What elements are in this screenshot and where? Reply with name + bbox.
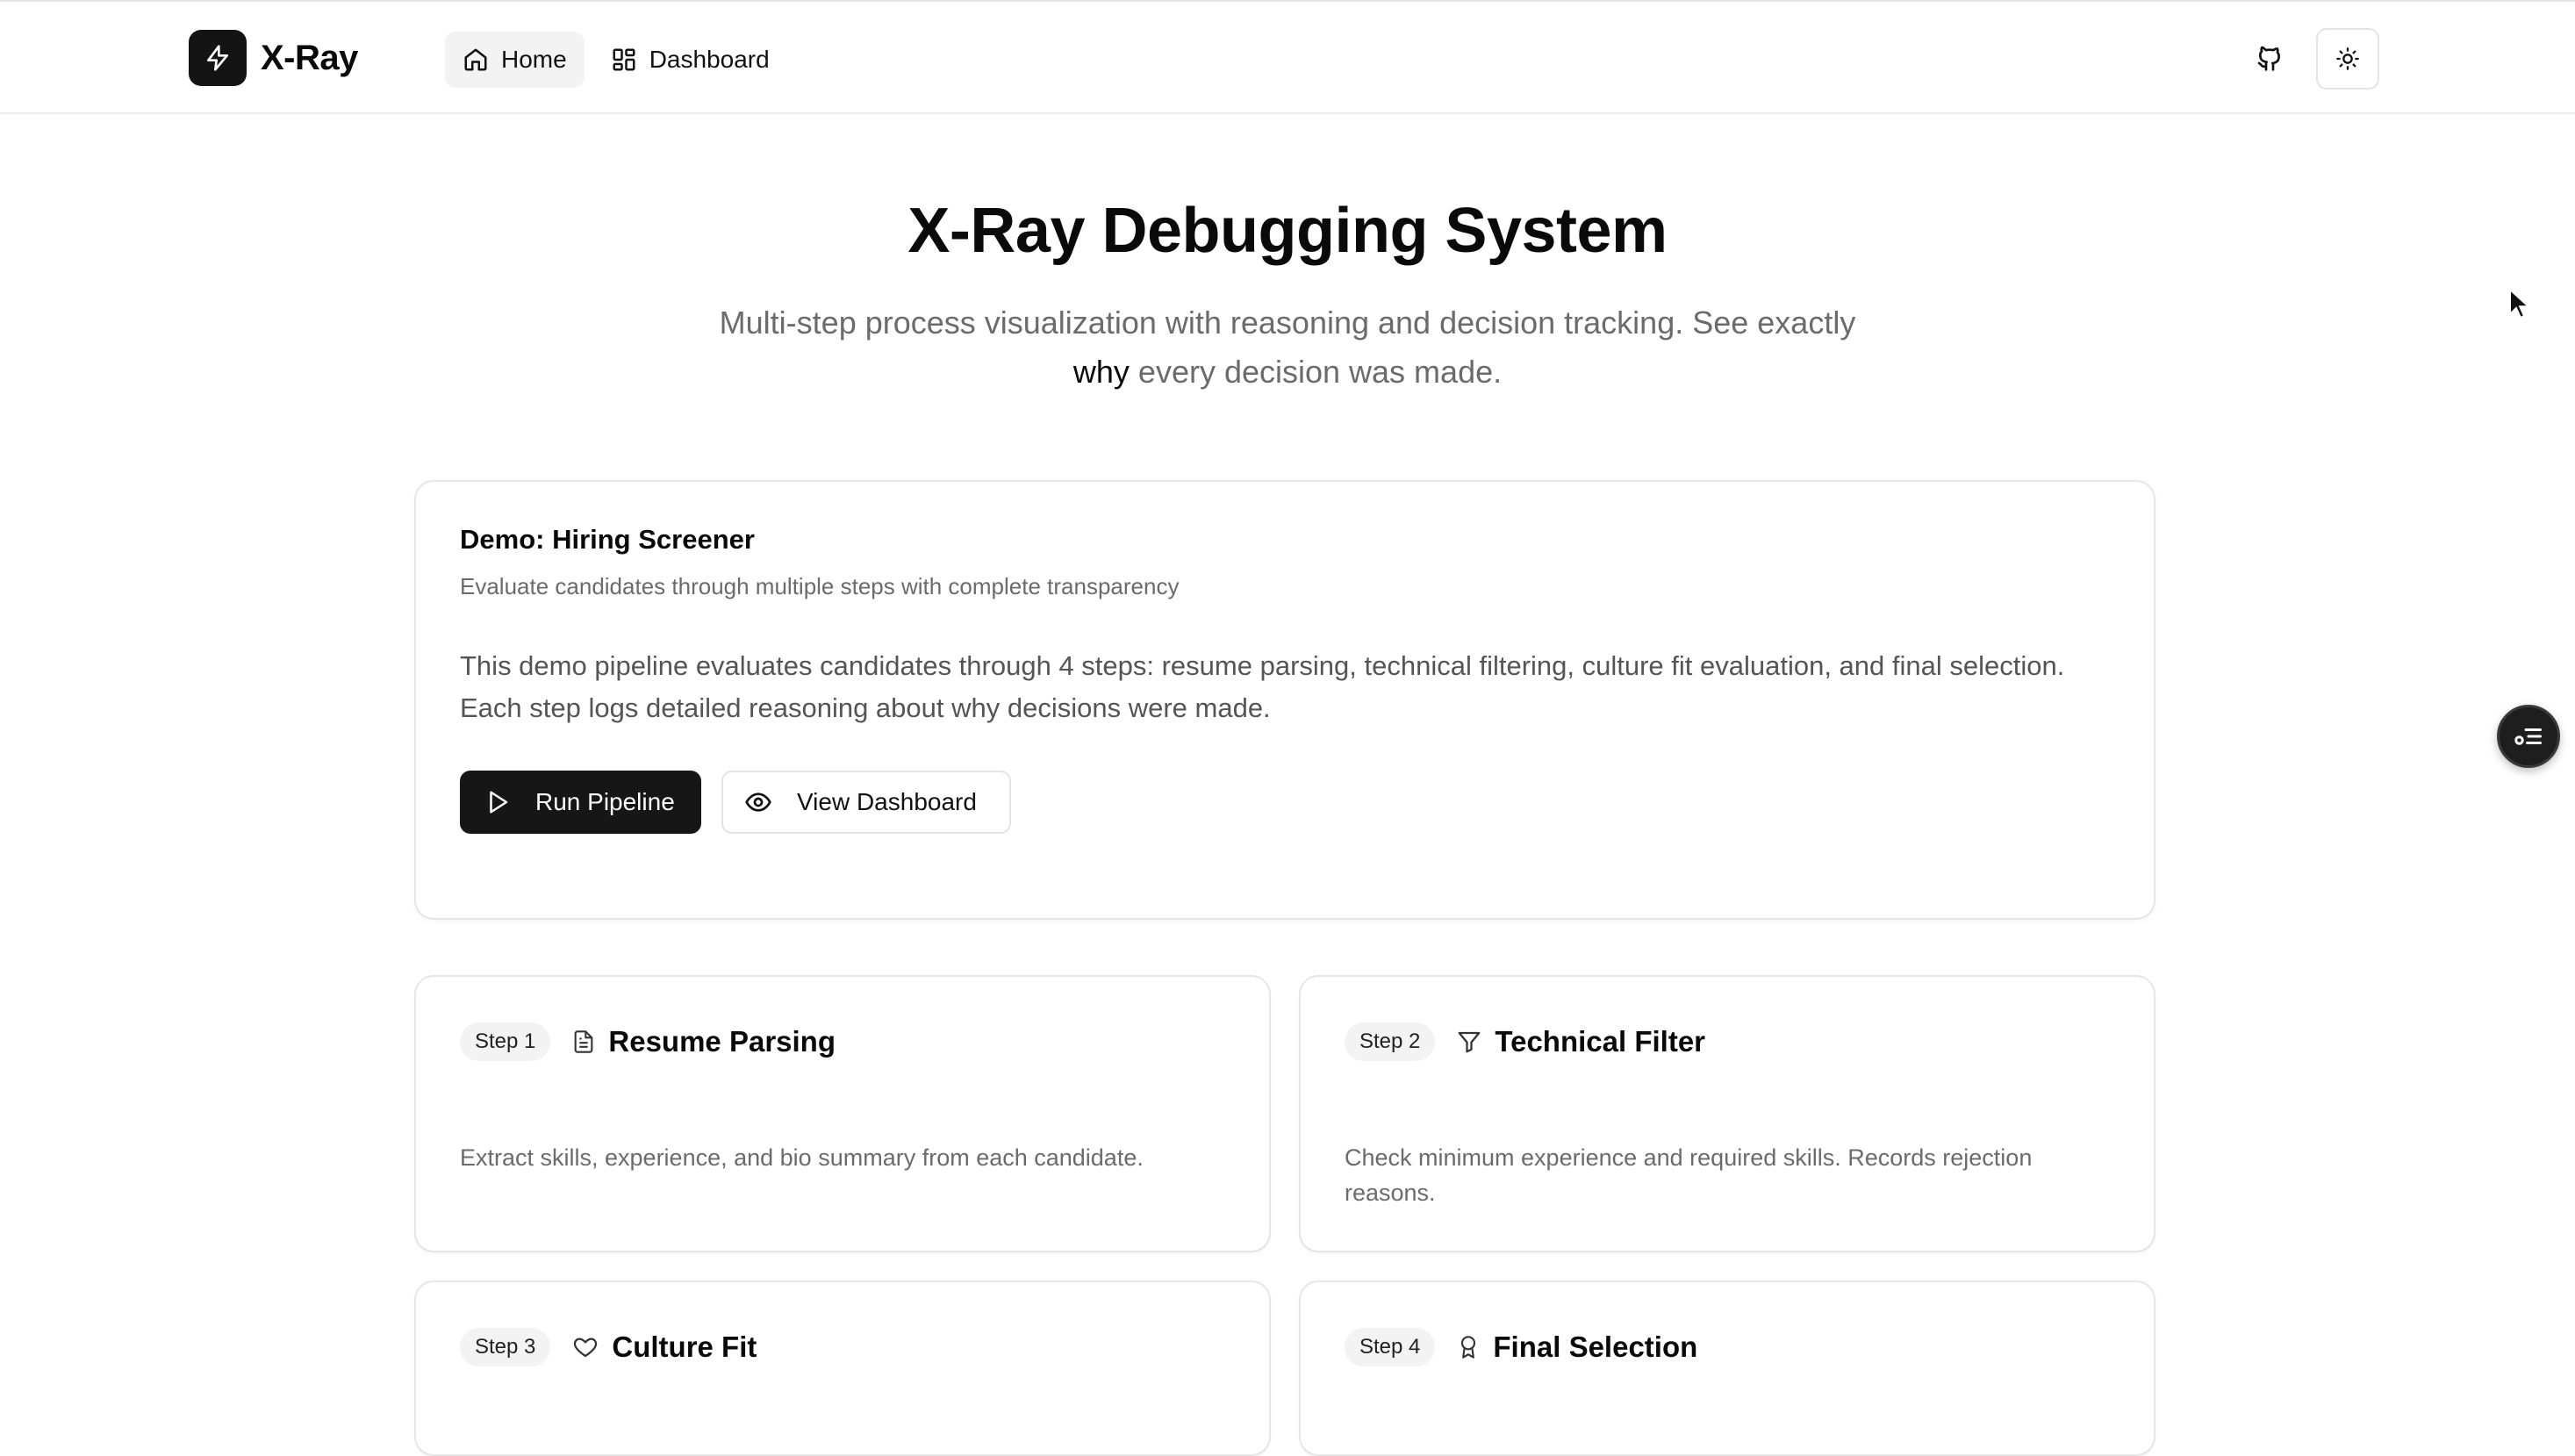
step-badge: Step 3 (460, 1328, 551, 1366)
main-nav: Home Dashboard (445, 32, 796, 88)
brand-name: X-Ray (261, 38, 358, 77)
github-button[interactable] (2247, 35, 2292, 81)
nav-dashboard-label: Dashboard (649, 46, 770, 73)
step-title: Final Selection (1493, 1330, 1698, 1363)
filter-icon (1456, 1029, 1482, 1055)
page-subtitle: Multi-step process visualization with re… (673, 298, 1902, 397)
github-icon (2257, 46, 2280, 71)
step-title: Culture Fit (612, 1330, 757, 1363)
step-header: Step 3 Culture Fit (460, 1328, 757, 1366)
list-settings-icon (2514, 728, 2542, 745)
award-icon (1456, 1333, 1481, 1361)
step-card-4: Step 4 Final Selection (1299, 1280, 2155, 1456)
step-description: Check minimum experience and required sk… (1345, 1144, 2033, 1206)
step-header: Step 4 Final Selection (1345, 1328, 1697, 1366)
sun-icon (2336, 47, 2359, 70)
home-icon (464, 48, 487, 71)
run-pipeline-button[interactable]: Run Pipeline (460, 771, 701, 834)
play-icon (490, 791, 508, 814)
mouse-cursor-icon (2509, 288, 2531, 319)
step-header: Step 1 Resume Parsing (460, 1022, 836, 1061)
subtitle-text-2: every decision was made. (1137, 354, 1503, 390)
eye-icon (745, 793, 771, 812)
step-badge: Step 2 (1345, 1022, 1436, 1061)
page-title: X-Ray Debugging System (907, 196, 1668, 266)
document-icon (571, 1029, 596, 1055)
heart-icon (571, 1334, 599, 1360)
step-title: Technical Filter (1495, 1025, 1706, 1058)
nav-home[interactable]: Home (445, 32, 585, 88)
lightning-bolt-icon (189, 30, 247, 86)
theme-toggle-button[interactable] (2316, 28, 2379, 90)
grid-icon (613, 48, 635, 71)
brand[interactable]: X-Ray (189, 30, 358, 86)
run-pipeline-label: Run Pipeline (535, 788, 675, 815)
subtitle-emphasis: why (1072, 354, 1130, 390)
step-card-1: Step 1 Resume Parsing Extract skills, ex… (414, 975, 1271, 1252)
demo-subtitle: Evaluate candidates through multiple ste… (460, 573, 1180, 599)
demo-title: Demo: Hiring Screener (460, 524, 755, 555)
step-header: Step 2 Technical Filter (1345, 1022, 1705, 1061)
step-title: Resume Parsing (608, 1025, 836, 1058)
top-navbar: X-Ray Home Dashboard (0, 2, 2575, 114)
step-card-3: Step 3 Culture Fit (414, 1280, 1271, 1456)
step-badge: Step 1 (460, 1022, 551, 1061)
view-dashboard-button[interactable]: View Dashboard (721, 771, 1011, 834)
step-description: Extract skills, experience, and bio summ… (460, 1144, 1144, 1171)
nav-home-label: Home (501, 46, 567, 73)
subtitle-text-1: Multi-step process visualization with re… (719, 305, 1856, 341)
demo-card: Demo: Hiring Screener Evaluate candidate… (414, 480, 2155, 920)
view-dashboard-label: View Dashboard (797, 788, 977, 815)
demo-description: This demo pipeline evaluates candidates … (460, 650, 2065, 723)
floating-panel-button[interactable] (2497, 705, 2560, 768)
step-badge: Step 4 (1345, 1328, 1436, 1366)
nav-dashboard[interactable]: Dashboard (593, 32, 787, 88)
step-card-2: Step 2 Technical Filter Check minimum ex… (1299, 975, 2155, 1252)
